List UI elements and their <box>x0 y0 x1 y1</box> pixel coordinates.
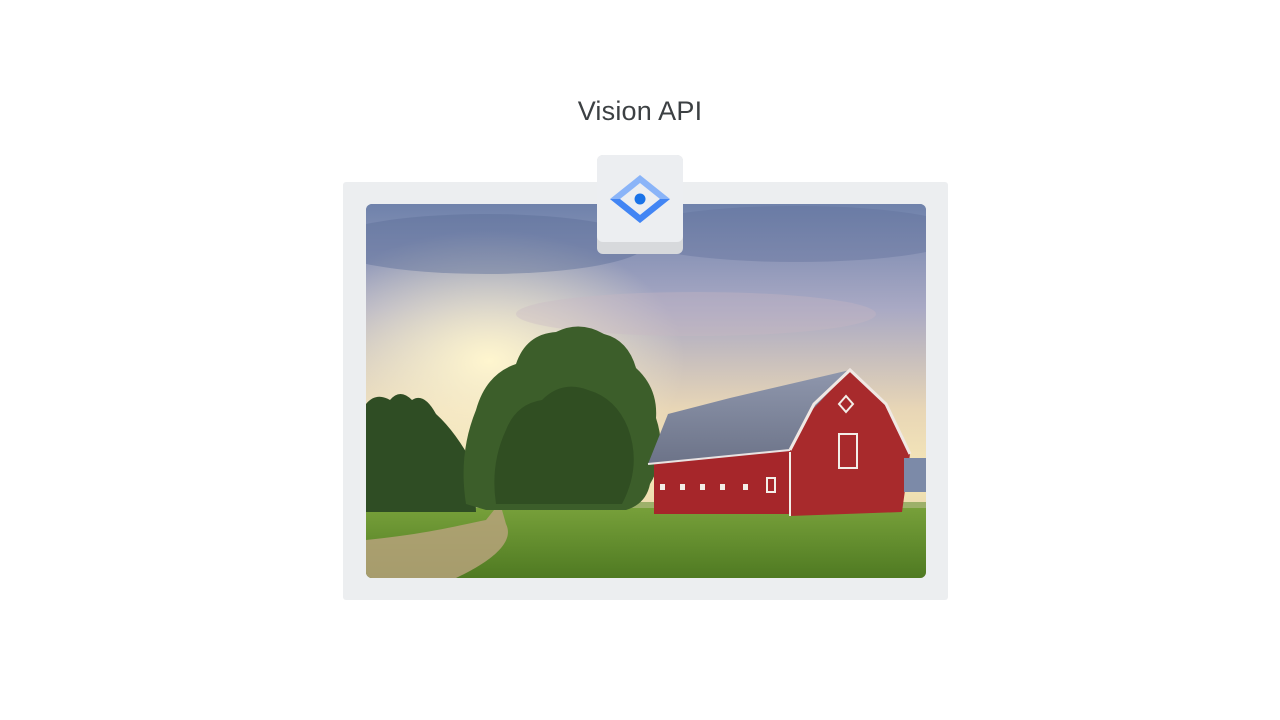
page-title: Vision API <box>577 96 703 126</box>
sample-photo <box>366 204 926 578</box>
vision-api-badge <box>597 155 683 254</box>
